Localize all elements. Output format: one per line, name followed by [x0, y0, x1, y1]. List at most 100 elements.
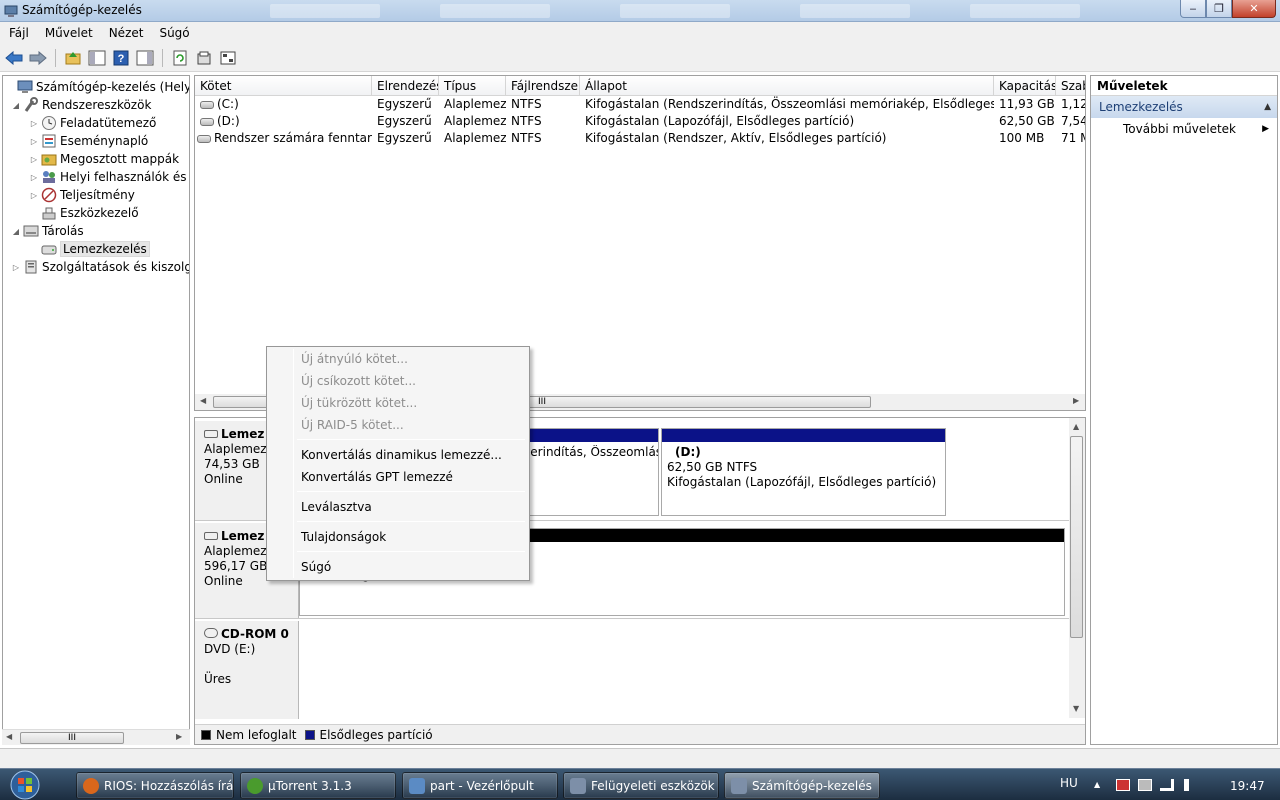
tree-expander[interactable]: ▷	[29, 137, 39, 146]
properties-button[interactable]	[194, 48, 214, 68]
partition-d[interactable]: (D:) 62,50 GB NTFS Kifogástalan (Lapozóf…	[661, 428, 946, 516]
menu-item-new-spanned-volume[interactable]: Új átnyúló kötet...	[269, 348, 527, 370]
tree-item-label: Szolgáltatások és kiszolgáló	[42, 260, 189, 274]
tree-item-task-scheduler[interactable]: ▷ Feladatütemező	[29, 114, 156, 132]
back-button[interactable]	[4, 48, 24, 68]
menu-view[interactable]: Nézet	[100, 26, 151, 40]
tree-item-services[interactable]: ▷ Szolgáltatások és kiszolgáló	[11, 258, 189, 276]
menu-separator	[297, 491, 525, 492]
taskbar-button-firefox[interactable]: RIOS: Hozzászólás írá...	[76, 772, 234, 799]
disk-size	[204, 657, 298, 672]
menu-action[interactable]: Művelet	[36, 26, 100, 40]
context-menu: Új átnyúló kötet... Új csíkozott kötet..…	[266, 346, 530, 581]
maximize-button[interactable]: ❐	[1206, 0, 1232, 18]
cell-free-space: 71 M	[1061, 131, 1085, 145]
tree-item-shared-folders[interactable]: ▷ Megosztott mappák	[29, 150, 179, 168]
tree-item-performance[interactable]: ▷ Teljesítmény	[29, 186, 135, 204]
more-actions-item[interactable]: További műveletek ▶	[1091, 118, 1277, 140]
table-row[interactable]: (C:) Egyszerű Alaplemez NTFS Kifogástala…	[195, 96, 1085, 113]
show-hide-tree-button[interactable]	[87, 48, 107, 68]
menu-item-convert-dynamic[interactable]: Konvertálás dinamikus lemezzé...	[269, 444, 527, 466]
taskbar-button-control-panel[interactable]: part - Vezérlőpult	[402, 772, 558, 799]
taskbar-button-computer-management[interactable]: Számítógép-kezelés	[724, 772, 880, 799]
tree-expander[interactable]: ▷	[29, 155, 39, 164]
scroll-down-icon[interactable]: ▼	[1073, 704, 1079, 713]
settings-button[interactable]	[218, 48, 238, 68]
tree-item-system-tools[interactable]: ◢ Rendszereszközök	[11, 96, 151, 114]
menu-separator	[297, 521, 525, 522]
tree-item-storage[interactable]: ◢ Tárolás	[11, 222, 84, 240]
menu-item-convert-gpt[interactable]: Konvertálás GPT lemezzé	[269, 466, 527, 488]
disk-scroll-thumb[interactable]	[1070, 436, 1083, 638]
menu-item-offline[interactable]: Leválasztva	[269, 496, 527, 518]
tree-expander[interactable]: ▷	[11, 263, 21, 272]
help-button[interactable]: ?	[111, 48, 131, 68]
column-header-status[interactable]: Állapot	[580, 76, 994, 96]
menu-item-help[interactable]: Súgó	[269, 556, 527, 578]
tree-item-device-manager[interactable]: Eszközkezelő	[29, 204, 139, 222]
scroll-right-icon[interactable]: ▶	[176, 732, 182, 741]
scroll-right-icon[interactable]: ▶	[1073, 396, 1079, 405]
actions-section-disk-management[interactable]: Lemezkezelés ▲	[1091, 96, 1277, 118]
refresh-icon	[173, 50, 187, 65]
column-header-type[interactable]: Típus	[439, 76, 506, 96]
show-hide-actions-button[interactable]	[135, 48, 155, 68]
tree-item-local-users[interactable]: ▷ Helyi felhasználók és cs	[29, 168, 189, 186]
volume-icon[interactable]	[1184, 779, 1198, 791]
menu-item-new-striped-volume[interactable]: Új csíkozott kötet...	[269, 370, 527, 392]
tree-expander[interactable]: ◢	[11, 227, 21, 236]
tree-item-disk-management[interactable]: Lemezkezelés	[29, 240, 150, 258]
tree-scroll-thumb[interactable]: III	[20, 732, 124, 744]
disk-info: CD-ROM 0 DVD (E:) Üres	[195, 621, 299, 719]
start-button[interactable]	[4, 770, 46, 800]
taskbar-button-utorrent[interactable]: µTorrent 3.1.3	[240, 772, 396, 799]
cell-status: Kifogástalan (Lapozófájl, Elsődleges par…	[585, 114, 855, 128]
show-hide-tree-icon	[88, 50, 106, 65]
minimize-button[interactable]: ‒	[1180, 0, 1206, 18]
column-header-layout[interactable]: Elrendezés	[372, 76, 439, 96]
scroll-up-icon[interactable]: ▲	[1073, 422, 1079, 431]
tree-expander[interactable]: ◢	[11, 101, 21, 110]
tree-item-label: Tárolás	[42, 224, 84, 238]
tree-expander[interactable]: ▷	[29, 191, 39, 200]
forward-button[interactable]	[28, 48, 48, 68]
table-row[interactable]: (D:) Egyszerű Alaplemez NTFS Kifogástala…	[195, 113, 1086, 130]
menu-file[interactable]: Fájl	[0, 26, 36, 40]
menu-help[interactable]: Súgó	[150, 26, 196, 40]
close-button[interactable]: ✕	[1232, 0, 1276, 18]
language-indicator[interactable]: HU	[1060, 776, 1078, 790]
menu-item-new-mirrored-volume[interactable]: Új tükrözött kötet...	[269, 392, 527, 414]
taskbar-button-label: RIOS: Hozzászólás írá...	[104, 778, 234, 793]
up-level-button[interactable]	[63, 48, 83, 68]
menu-item-properties[interactable]: Tulajdonságok	[269, 526, 527, 548]
cell-type: Alaplemez	[444, 97, 506, 111]
tree-expander[interactable]: ▷	[29, 173, 39, 182]
cell-capacity: 11,93 GB	[999, 97, 1055, 111]
disk-row[interactable]: CD-ROM 0 DVD (E:) Üres	[195, 621, 1069, 719]
column-header-capacity[interactable]: Kapacitás	[994, 76, 1056, 96]
disk-map-vertical-scrollbar[interactable]: ▲ ▼	[1069, 418, 1085, 718]
table-row[interactable]: Rendszer számára fenntartott Egyszerű Al…	[195, 130, 1085, 147]
cell-volume: Rendszer számára fenntartott	[195, 130, 372, 147]
tree-item-computer-management[interactable]: Számítógép-kezelés (Helyi)	[5, 78, 189, 96]
action-center-icon[interactable]	[1116, 779, 1130, 791]
tree-item-event-viewer[interactable]: ▷ Eseménynapló	[29, 132, 148, 150]
removable-device-icon[interactable]	[1138, 779, 1152, 791]
taskbar-button-admin-tools[interactable]: Felügyeleti eszközök	[563, 772, 719, 799]
status-bar	[0, 748, 1280, 768]
cell-free-space: 7,54	[1061, 114, 1086, 128]
clock[interactable]: 19:47	[1230, 779, 1265, 793]
column-header-filesystem[interactable]: Fájlrendszer	[506, 76, 580, 96]
refresh-button[interactable]	[170, 48, 190, 68]
tree-expander[interactable]: ▷	[29, 119, 39, 128]
network-signal-icon[interactable]	[1160, 779, 1174, 791]
collapse-icon[interactable]: ▲	[1264, 96, 1271, 118]
scroll-left-icon[interactable]: ◀	[200, 396, 206, 405]
column-header-volume[interactable]: Kötet	[195, 76, 372, 96]
menu-item-new-raid5-volume[interactable]: Új RAID-5 kötet...	[269, 414, 527, 436]
tree-horizontal-scrollbar[interactable]: ◀ III ▶	[2, 729, 190, 745]
title-bar: Számítógép-kezelés ‒ ❐ ✕	[0, 0, 1280, 22]
show-hidden-icons-icon[interactable]: ▲	[1094, 779, 1108, 791]
scroll-left-icon[interactable]: ◀	[6, 732, 12, 741]
column-header-free-space[interactable]: Szab	[1056, 76, 1085, 96]
